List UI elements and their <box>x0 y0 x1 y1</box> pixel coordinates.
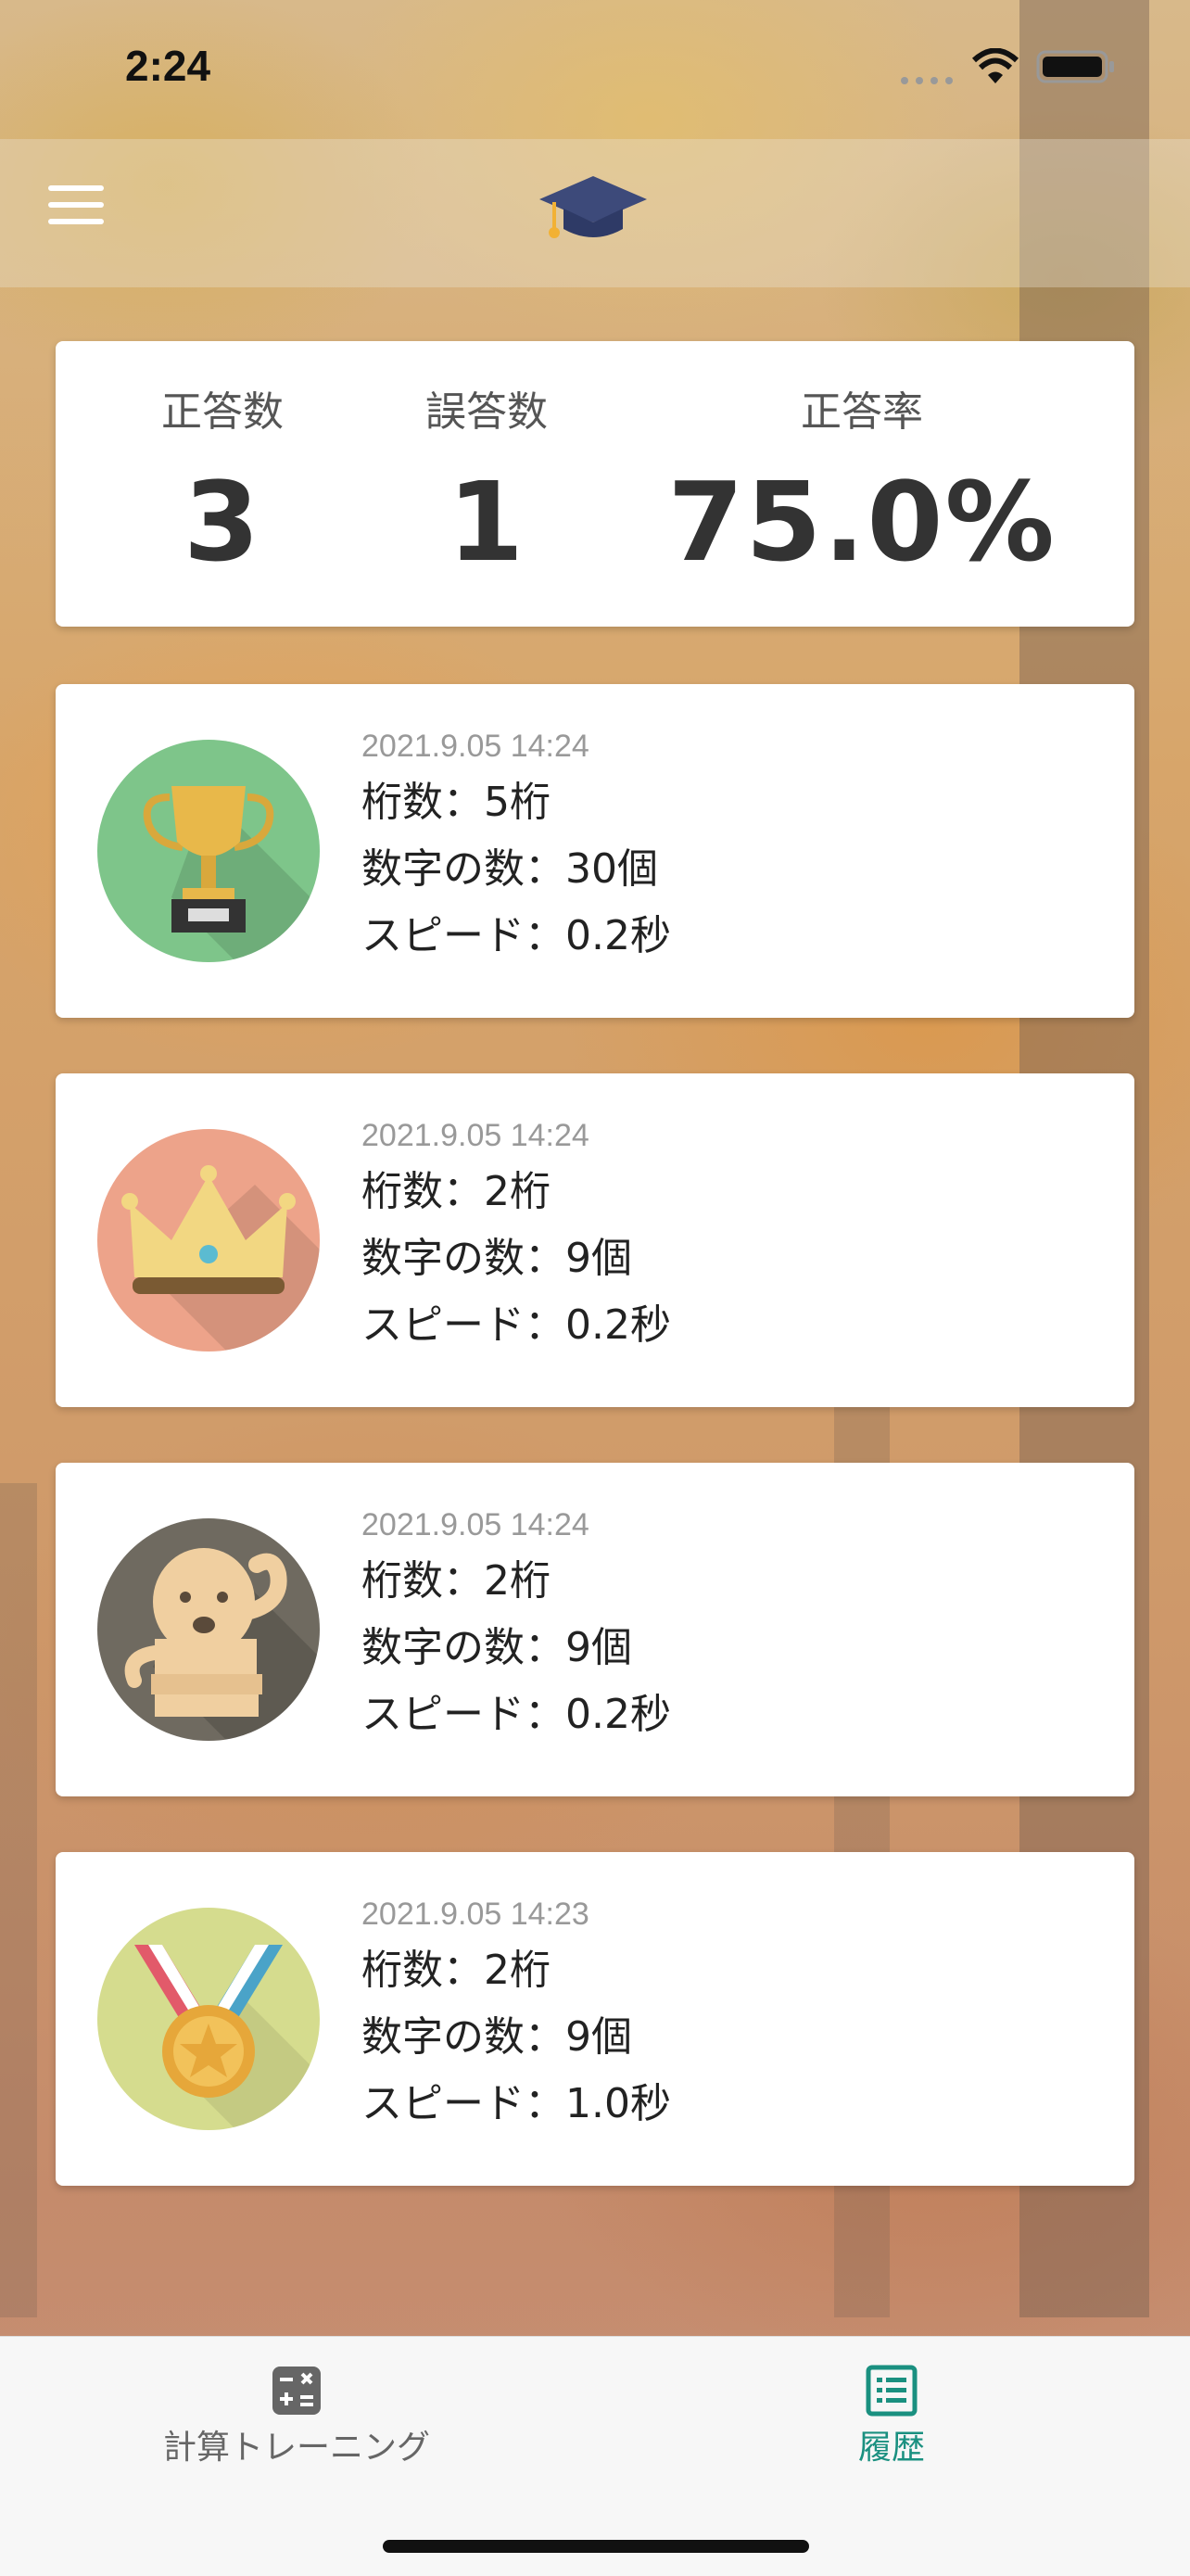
tab-history[interactable]: 履歴 <box>799 2365 984 2468</box>
hamburger-menu-icon[interactable] <box>48 185 104 228</box>
background-tree-trunk <box>0 1483 37 2317</box>
trophy-icon <box>97 740 320 962</box>
crown-icon <box>97 1129 320 1351</box>
statue-icon <box>97 1518 320 1741</box>
tab-calculation-training[interactable]: 計算トレーニング <box>148 2365 445 2468</box>
history-item[interactable]: 2021.9.05 14:24 桁数：2桁 数字の数：9個 スピード：0.2秒 <box>56 1463 1134 1796</box>
history-speed: スピード：0.2秒 <box>361 1691 671 1738</box>
correct-rate-value: 75.0% <box>667 458 1057 586</box>
graduation-cap-icon <box>539 176 647 238</box>
history-date: 2021.9.05 14:23 <box>361 1897 589 1932</box>
wrong-count-label: 誤答数 <box>425 388 548 436</box>
history-speed: スピード：0.2秒 <box>361 912 671 959</box>
history-info: 2021.9.05 14:24 桁数：2桁 数字の数：9個 スピード：0.2秒 <box>361 1507 671 1744</box>
calculator-icon <box>272 2367 321 2415</box>
wrong-count-stat: 誤答数 1 <box>375 378 598 586</box>
correct-count-label: 正答数 <box>161 388 284 436</box>
history-digits: 桁数：2桁 <box>361 1947 551 1994</box>
history-number-count: 数字の数：30個 <box>361 845 658 893</box>
wrong-count-value: 1 <box>447 458 526 586</box>
list-icon <box>866 2365 918 2417</box>
history-item[interactable]: 2021.9.05 14:23 桁数：2桁 数字の数：9個 スピード：1.0秒 <box>56 1852 1134 2186</box>
summary-card: 正答数 3 誤答数 1 正答率 75.0% <box>56 341 1134 627</box>
history-info: 2021.9.05 14:24 桁数：5桁 数字の数：30個 スピード：0.2秒 <box>361 729 671 965</box>
correct-count-value: 3 <box>183 458 262 586</box>
history-date: 2021.9.05 14:24 <box>361 729 589 764</box>
history-info: 2021.9.05 14:24 桁数：2桁 数字の数：9個 スピード：0.2秒 <box>361 1118 671 1354</box>
history-digits: 桁数：2桁 <box>361 1168 551 1215</box>
history-speed: スピード：1.0秒 <box>361 2080 671 2127</box>
history-date: 2021.9.05 14:24 <box>361 1507 589 1542</box>
battery-icon <box>1036 50 1114 83</box>
wifi-icon <box>971 48 1019 83</box>
history-digits: 桁数：2桁 <box>361 1557 551 1605</box>
tab-label: 履歴 <box>857 2429 925 2467</box>
home-indicator[interactable] <box>383 2540 809 2553</box>
history-speed: スピード：0.2秒 <box>361 1301 671 1349</box>
signal-icon <box>901 77 953 84</box>
correct-count-stat: 正答数 3 <box>111 378 334 586</box>
history-item[interactable]: 2021.9.05 14:24 桁数：5桁 数字の数：30個 スピード：0.2秒 <box>56 684 1134 1018</box>
correct-rate-stat: 正答率 75.0% <box>649 378 1075 586</box>
history-item[interactable]: 2021.9.05 14:24 桁数：2桁 数字の数：9個 スピード：0.2秒 <box>56 1073 1134 1407</box>
correct-rate-label: 正答率 <box>801 388 923 436</box>
history-number-count: 数字の数：9個 <box>361 2013 632 2061</box>
history-digits: 桁数：5桁 <box>361 779 551 826</box>
history-date: 2021.9.05 14:24 <box>361 1118 589 1153</box>
status-time: 2:24 <box>125 42 211 90</box>
history-number-count: 数字の数：9個 <box>361 1624 632 1671</box>
medal-icon <box>97 1908 320 2130</box>
status-bar: 2:24 <box>0 0 1190 139</box>
history-info: 2021.9.05 14:23 桁数：2桁 数字の数：9個 スピード：1.0秒 <box>361 1897 671 2133</box>
tab-label: 計算トレーニング <box>162 2429 430 2467</box>
history-number-count: 数字の数：9個 <box>361 1235 632 1282</box>
